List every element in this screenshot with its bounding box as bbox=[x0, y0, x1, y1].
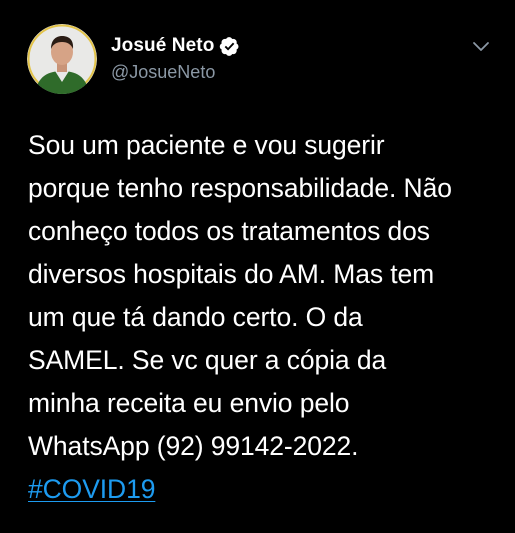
profile-photo-icon bbox=[27, 24, 97, 94]
tweet-text-line: conheço todos os tratamentos dos bbox=[28, 216, 430, 246]
avatar[interactable] bbox=[27, 24, 97, 94]
tweet-text: Sou um paciente e vou sugerir porque ten… bbox=[28, 124, 498, 511]
tweet-card: Josué Neto @JosueNeto Sou um paciente e … bbox=[0, 0, 515, 533]
tweet-text-line: Sou um paciente e vou sugerir bbox=[28, 130, 385, 160]
chevron-down-icon bbox=[473, 42, 489, 51]
tweet-text-line: porque tenho responsabilidade. Não bbox=[28, 173, 452, 203]
tweet-text-line: WhatsApp (92) 99142-2022. bbox=[28, 431, 359, 461]
hashtag-link[interactable]: #COVID19 bbox=[28, 474, 155, 504]
tweet-menu-button[interactable] bbox=[468, 36, 494, 58]
tweet-text-line: um que tá dando certo. O da bbox=[28, 302, 363, 332]
display-name[interactable]: Josué Neto bbox=[111, 35, 214, 57]
verified-badge-icon bbox=[219, 36, 240, 57]
user-handle[interactable]: @JosueNeto bbox=[111, 62, 240, 83]
author-block: Josué Neto @JosueNeto bbox=[111, 34, 240, 83]
tweet-text-line: SAMEL. Se vc quer a cópia da bbox=[28, 345, 387, 375]
name-row: Josué Neto bbox=[111, 34, 240, 58]
hashtag-line: #COVID19 bbox=[28, 468, 498, 511]
tweet-text-line: diversos hospitais do AM. Mas tem bbox=[28, 259, 435, 289]
tweet-text-line: minha receita eu envio pelo bbox=[28, 388, 350, 418]
